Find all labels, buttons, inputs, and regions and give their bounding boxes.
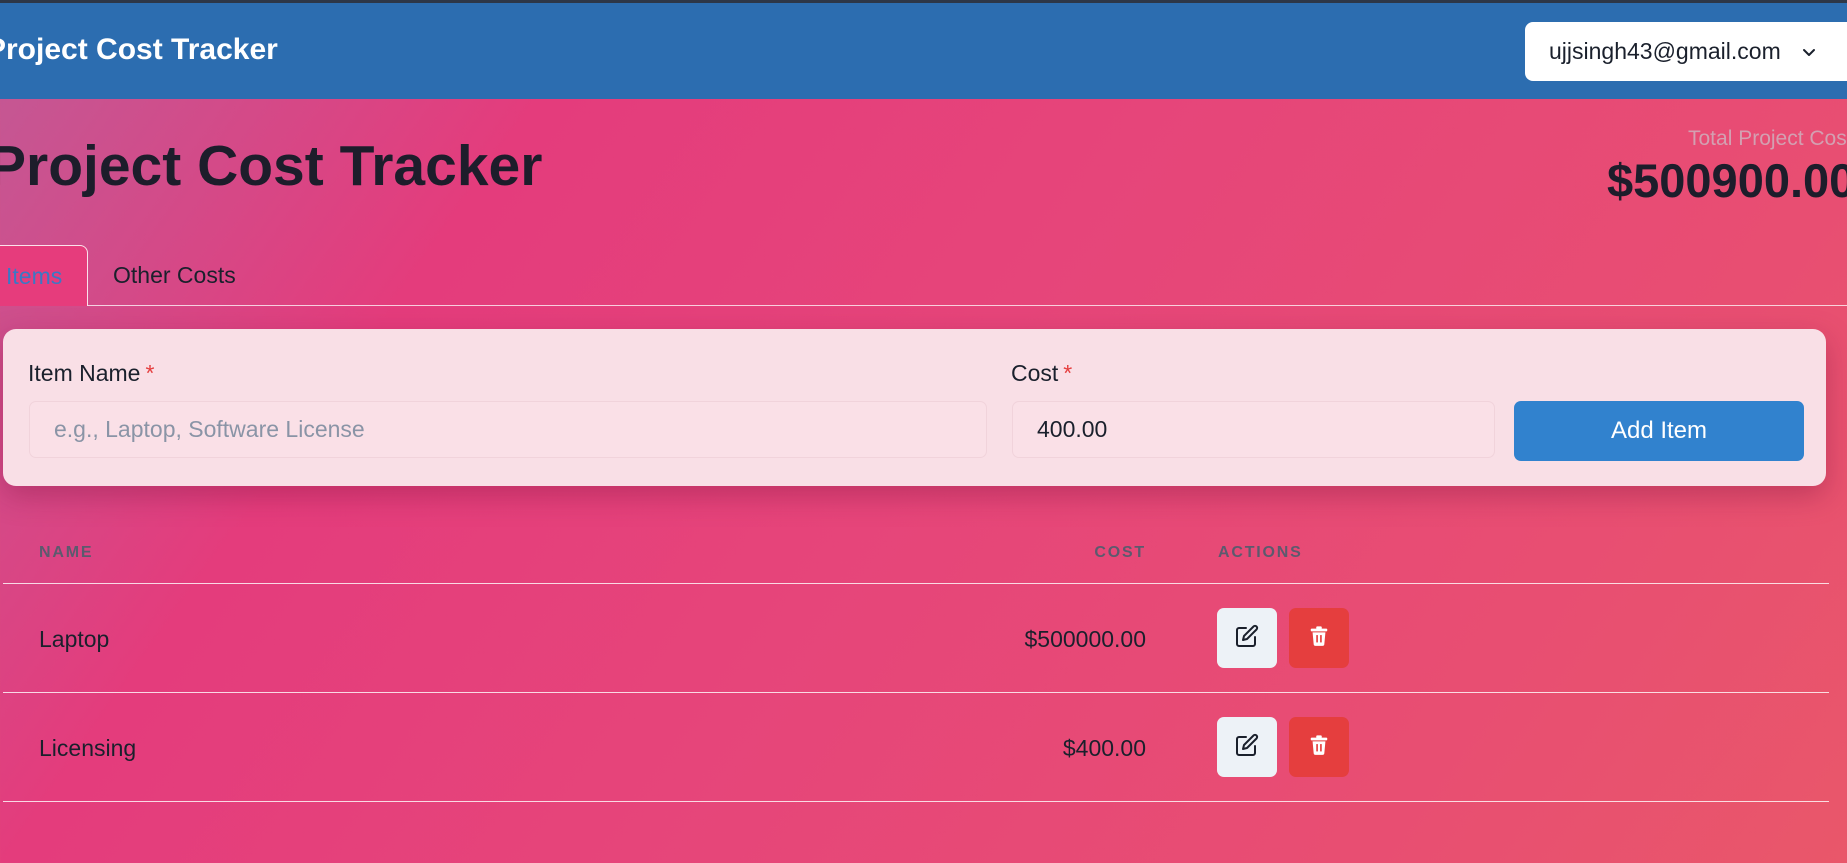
total-cost-label: Total Project Cost bbox=[1688, 127, 1847, 150]
cell-item-cost: $500000.00 bbox=[1024, 626, 1146, 652]
cell-item-name: Laptop bbox=[39, 626, 110, 652]
tabs-divider bbox=[0, 305, 1847, 306]
add-item-button[interactable]: Add Item bbox=[1514, 401, 1804, 461]
tab-items[interactable]: Items bbox=[0, 245, 88, 306]
brand-title[interactable]: Project Cost Tracker bbox=[0, 33, 278, 67]
cost-input[interactable] bbox=[1012, 401, 1495, 458]
item-name-label: Item Name * bbox=[28, 360, 155, 386]
edit-icon bbox=[1235, 733, 1259, 762]
navbar: Project Cost Tracker ujjsingh43@gmail.co… bbox=[0, 3, 1847, 99]
required-mark: * bbox=[1063, 360, 1073, 386]
cost-label: Cost * bbox=[1011, 360, 1073, 386]
row-divider bbox=[3, 692, 1829, 693]
trash-icon bbox=[1308, 625, 1330, 652]
edit-button[interactable] bbox=[1217, 608, 1277, 668]
cell-item-name: Licensing bbox=[39, 735, 137, 761]
delete-button[interactable] bbox=[1289, 717, 1349, 777]
edit-button[interactable] bbox=[1217, 717, 1277, 777]
total-cost-value: $500900.00 bbox=[1607, 154, 1847, 207]
page-title: Project Cost Tracker bbox=[0, 134, 543, 198]
cell-item-cost: $400.00 bbox=[1062, 735, 1146, 761]
required-mark: * bbox=[145, 360, 155, 386]
user-email: ujjsingh43@gmail.com bbox=[1549, 38, 1781, 64]
column-header-name: NAME bbox=[39, 544, 94, 561]
header-divider bbox=[3, 583, 1829, 584]
edit-icon bbox=[1235, 624, 1259, 653]
chevron-down-icon bbox=[1801, 44, 1817, 60]
item-name-input[interactable] bbox=[29, 401, 987, 458]
column-header-actions: ACTIONS bbox=[1218, 544, 1303, 561]
column-header-cost: COST bbox=[1094, 544, 1146, 561]
user-menu-button[interactable]: ujjsingh43@gmail.com bbox=[1525, 22, 1847, 81]
trash-icon bbox=[1308, 734, 1330, 761]
delete-button[interactable] bbox=[1289, 608, 1349, 668]
add-item-form: Item Name* Cost* Add Item bbox=[3, 329, 1826, 486]
tab-other-costs[interactable]: Other Costs bbox=[113, 262, 236, 289]
row-divider bbox=[3, 801, 1829, 802]
